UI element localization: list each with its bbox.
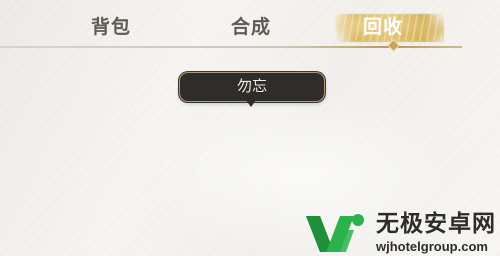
tab-recycle[interactable]: 回收 bbox=[343, 14, 423, 40]
watermark-url: wjhotelgroup.com bbox=[376, 239, 488, 254]
tooltip-arrow bbox=[246, 100, 256, 107]
tooltip-bubble: 勿忘 bbox=[179, 72, 325, 102]
watermark: 无极安卓网 wjhotelgroup.com bbox=[300, 208, 500, 256]
tab-bar: 背包 合成 回收 bbox=[0, 0, 500, 46]
watermark-logo-icon bbox=[306, 214, 364, 252]
watermark-title: 无极安卓网 bbox=[376, 211, 496, 237]
tab-bag[interactable]: 背包 bbox=[86, 14, 136, 40]
tab-craft[interactable]: 合成 bbox=[226, 14, 276, 40]
